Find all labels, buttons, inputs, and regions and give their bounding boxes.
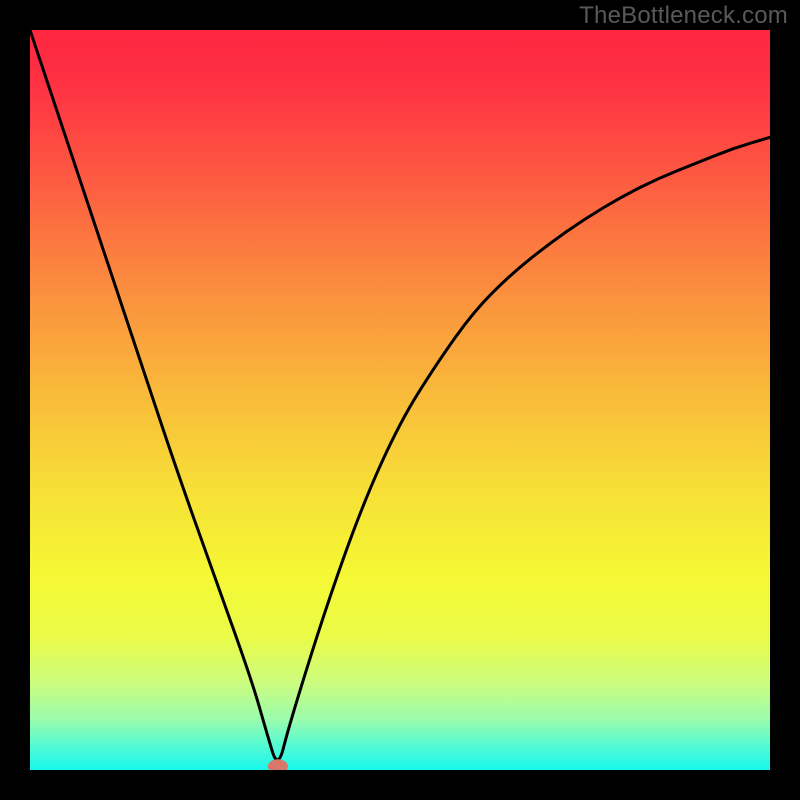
chart-svg (0, 0, 800, 800)
chart-background (30, 30, 770, 770)
watermark-text: TheBottleneck.com (579, 2, 788, 30)
